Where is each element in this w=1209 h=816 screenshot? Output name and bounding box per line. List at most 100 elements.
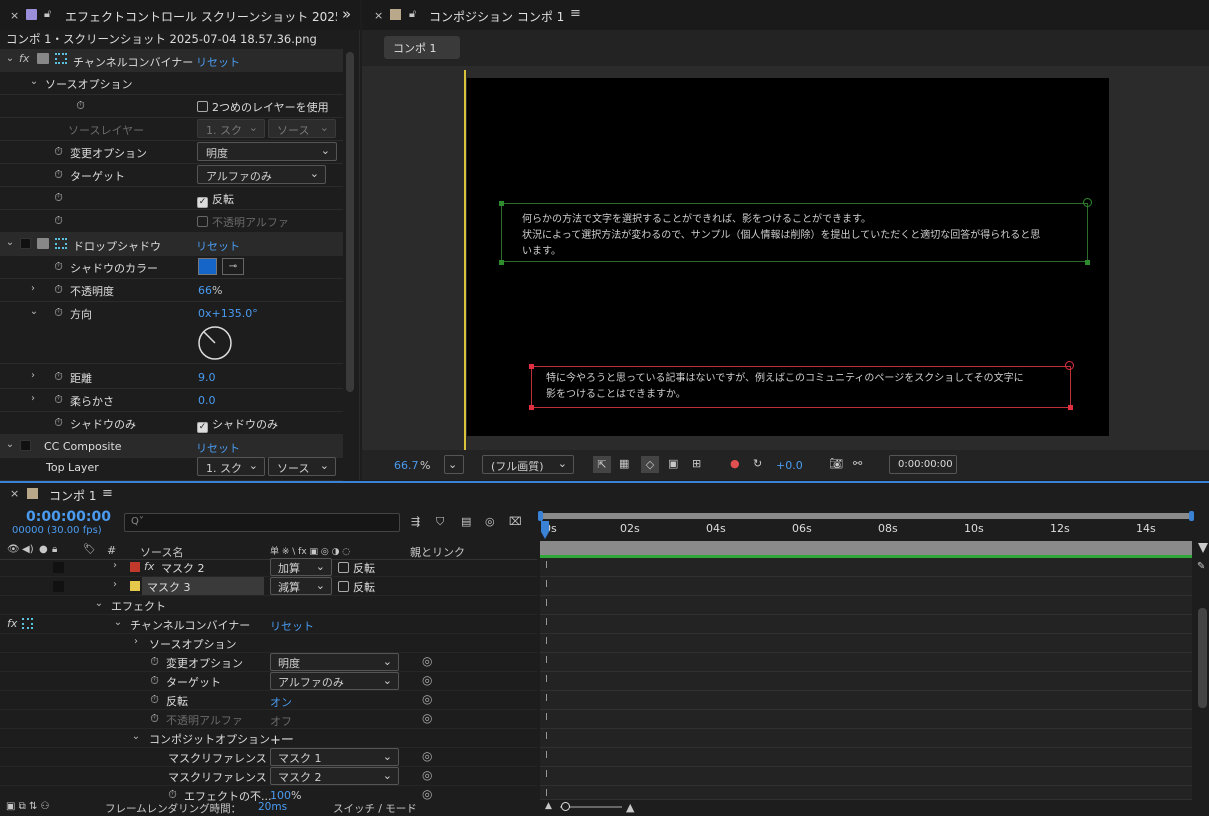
- keyframe-navigator-icon[interactable]: [1198, 543, 1208, 553]
- layer-track[interactable]: I: [540, 691, 1192, 710]
- render-icon[interactable]: [37, 53, 49, 64]
- distance-value[interactable]: 9.0: [198, 371, 216, 384]
- drop-shadow-header[interactable]: ⌄ ドロップシャドウ リセット: [0, 233, 343, 256]
- fx-icon[interactable]: fx: [19, 52, 29, 65]
- chevron-down-icon[interactable]: ⌄: [4, 237, 16, 248]
- effect-tab-title[interactable]: エフェクトコントロール スクリーンショット 2025-: [65, 8, 337, 25]
- target-select[interactable]: アルファのみ ⌄: [270, 672, 399, 690]
- expression-pickwhip-icon[interactable]: ◎: [422, 768, 432, 782]
- checkbox[interactable]: [338, 581, 349, 592]
- effects-group-row[interactable]: ⌄ エフェクト: [0, 596, 537, 615]
- lock-icon[interactable]: 🔓︎: [44, 7, 51, 21]
- layer-color-swatch[interactable]: [130, 581, 140, 591]
- layer-row[interactable]: › fx マスク 2 加算 ⌄ 反転: [0, 558, 537, 577]
- chevron-down-icon[interactable]: ⌄: [112, 617, 124, 628]
- stopwatch-icon[interactable]: ⏱︎: [166, 788, 179, 801]
- layer-track[interactable]: I: [540, 615, 1192, 634]
- switch-mode-toggle[interactable]: スイッチ / モード: [333, 801, 417, 816]
- mask-visibility-icon[interactable]: ◇: [641, 456, 659, 473]
- show-snapshot-icon[interactable]: ⚯: [853, 457, 862, 470]
- mask-vertex[interactable]: [499, 260, 504, 265]
- render-icon[interactable]: [37, 238, 49, 249]
- menu-icon[interactable]: ≡: [570, 6, 581, 21]
- reset-link[interactable]: リセット: [196, 238, 240, 254]
- layer-track[interactable]: I: [540, 729, 1192, 748]
- layer-track[interactable]: I: [540, 767, 1192, 786]
- layer-duration-bar[interactable]: [540, 541, 1192, 555]
- mask-vertex-first[interactable]: [1083, 198, 1092, 207]
- menu-icon[interactable]: ≡: [102, 486, 113, 501]
- chevron-down-icon[interactable]: ⌄: [28, 306, 40, 317]
- enable-toggle[interactable]: [53, 562, 64, 573]
- chevron-right-icon[interactable]: ›: [27, 393, 39, 404]
- enable-toggle[interactable]: [53, 581, 64, 592]
- fx-icon[interactable]: fx: [7, 617, 17, 630]
- stopwatch-icon[interactable]: ⏱︎: [74, 99, 87, 112]
- stopwatch-icon[interactable]: ⏱︎: [52, 393, 65, 406]
- comp-mini-flowchart-icon[interactable]: ⇶: [411, 515, 420, 528]
- layer-track[interactable]: I: [540, 786, 1192, 800]
- fx-icon[interactable]: fx: [144, 560, 154, 573]
- pencil-icon[interactable]: ✎: [1197, 561, 1205, 572]
- layer-track[interactable]: I: [540, 653, 1192, 672]
- lock-icon[interactable]: 🔒︎: [52, 544, 57, 555]
- layer-track[interactable]: I: [540, 634, 1192, 653]
- chevron-down-icon[interactable]: ⌄: [4, 53, 16, 64]
- stopwatch-icon[interactable]: ⏱︎: [52, 168, 65, 181]
- mask-vertex-first[interactable]: [1065, 361, 1074, 370]
- chevron-right-icon[interactable]: ›: [27, 283, 39, 294]
- channel-combiner-row[interactable]: fx ⌄ チャンネルコンバイナー リセット: [0, 615, 537, 634]
- expand-icon[interactable]: »: [342, 5, 351, 23]
- checkbox[interactable]: [338, 562, 349, 573]
- close-icon[interactable]: ×: [374, 9, 383, 22]
- stopwatch-icon[interactable]: ⏱︎: [52, 145, 65, 158]
- target-select[interactable]: アルファのみ ⌄: [197, 165, 326, 184]
- invert-checkbox[interactable]: 反転: [338, 560, 375, 576]
- label-icon[interactable]: 🏷︎: [83, 544, 96, 555]
- layer-row[interactable]: › マスク 3 減算 ⌄ 反転: [0, 577, 537, 596]
- checkbox[interactable]: [197, 101, 208, 112]
- layer-track[interactable]: I: [540, 748, 1192, 767]
- graph-editor-icon[interactable]: ⌧: [509, 515, 522, 528]
- stopwatch-icon[interactable]: ⏱︎: [148, 693, 161, 706]
- chevron-right-icon[interactable]: ›: [109, 579, 121, 590]
- checkbox-checked[interactable]: ✓: [197, 197, 208, 208]
- mask-vertex[interactable]: [499, 201, 504, 206]
- expression-pickwhip-icon[interactable]: ◎: [422, 654, 432, 668]
- stopwatch-icon[interactable]: ⏱︎: [52, 214, 65, 227]
- zoom-in-icon[interactable]: ▲: [626, 801, 634, 814]
- stopwatch-icon[interactable]: ⏱︎: [148, 655, 161, 668]
- fast-preview-icon[interactable]: ⇱: [593, 456, 611, 473]
- shadow-only-checkbox[interactable]: ✓ シャドウのみ: [197, 416, 278, 433]
- close-icon[interactable]: ×: [10, 9, 19, 22]
- viewer-area[interactable]: 何らかの方法で文字を選択することができれば、影をつけることができます。 状況によ…: [362, 66, 1209, 450]
- chevron-right-icon[interactable]: ›: [109, 560, 121, 571]
- motion-blur-icon[interactable]: ◎: [485, 515, 495, 528]
- add-remove-mask-buttons[interactable]: +ー: [270, 729, 294, 748]
- work-area-bar[interactable]: [540, 513, 1192, 519]
- zoom-slider-handle[interactable]: [561, 802, 570, 811]
- expression-pickwhip-icon[interactable]: ◎: [422, 787, 432, 801]
- reset-link[interactable]: リセット: [270, 618, 314, 634]
- checkbox[interactable]: [197, 216, 208, 227]
- direction-value[interactable]: 0x+135.0°: [198, 307, 258, 320]
- close-icon[interactable]: ×: [10, 487, 19, 500]
- chevron-down-icon[interactable]: ⌄: [4, 439, 16, 450]
- angle-dial[interactable]: [196, 324, 234, 362]
- frame-blending-icon[interactable]: ▤: [461, 515, 471, 528]
- snapshot-icon[interactable]: 📷︎: [829, 457, 843, 470]
- grid-guides-icon[interactable]: ⊞: [692, 457, 701, 470]
- chevron-down-icon[interactable]: ⌄: [28, 76, 40, 87]
- zoom-dropdown[interactable]: ⌄: [444, 455, 464, 474]
- footer-icons[interactable]: ▣ ⧉ ⇅ ⚇: [6, 801, 49, 812]
- region-of-interest-icon[interactable]: ▣: [668, 457, 678, 470]
- cc-composite-header[interactable]: ⌄ CC Composite リセット: [0, 435, 343, 458]
- reset-link[interactable]: リセット: [196, 440, 240, 456]
- unpremult-checkbox[interactable]: 不透明アルファ: [197, 214, 289, 230]
- expression-pickwhip-icon[interactable]: ◎: [422, 711, 432, 725]
- change-option-select[interactable]: 明度 ⌄: [197, 142, 337, 161]
- stopwatch-icon[interactable]: ⏱︎: [52, 191, 65, 204]
- audio-icon[interactable]: ◀): [22, 544, 34, 555]
- source-options-row[interactable]: › ソースオプション: [0, 634, 537, 653]
- chevron-right-icon[interactable]: ›: [130, 636, 142, 647]
